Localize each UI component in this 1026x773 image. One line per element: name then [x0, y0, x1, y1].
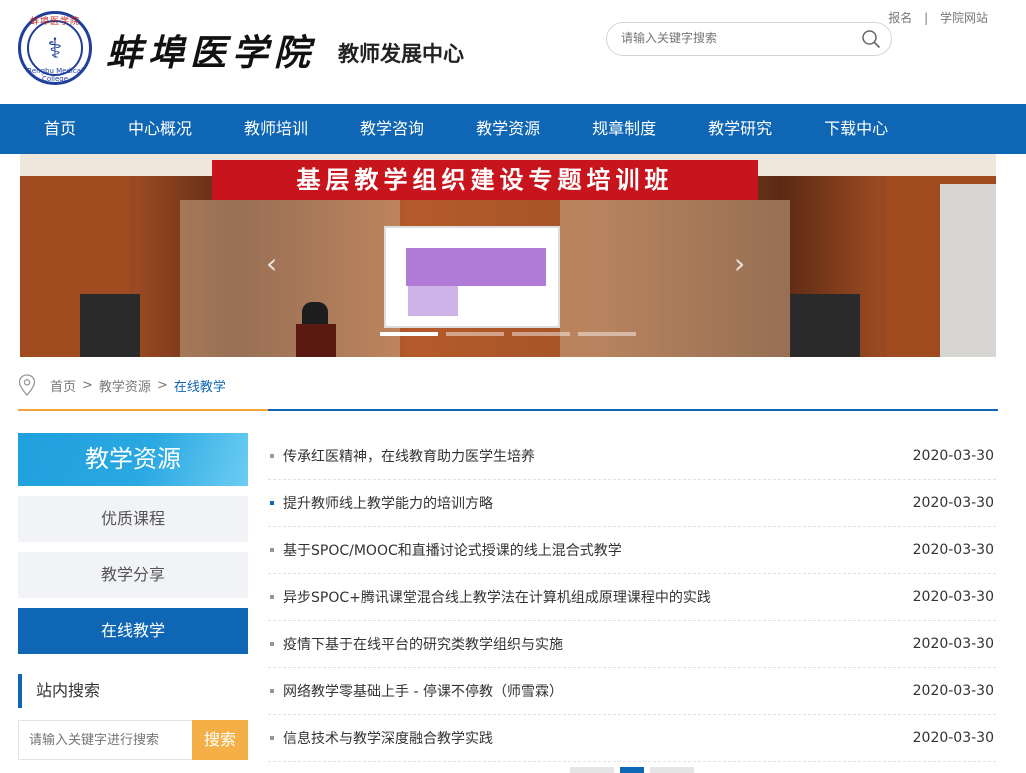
- list-item[interactable]: 疫情下基于在线平台的研究类教学组织与实施 2020-03-30: [268, 621, 996, 668]
- breadcrumb-resources[interactable]: 教学资源: [99, 376, 151, 395]
- nav-item-home[interactable]: 首页: [18, 104, 102, 154]
- main-nav: 首页 中心概况 教师培训 教学咨询 教学资源 规章制度 教学研究 下载中心: [0, 104, 1026, 154]
- sidebar-item-teaching-sharing[interactable]: 教学分享: [18, 552, 248, 598]
- list-bullet: [270, 501, 274, 505]
- banner-headline: 基层教学组织建设专题培训班: [212, 160, 758, 200]
- site-header: ⚕ 蚌埠医学院 Bengbu Medical College 蚌埠医学院 教师发…: [0, 0, 1026, 104]
- breadcrumb-home[interactable]: 首页: [50, 376, 76, 395]
- header-search: [606, 22, 892, 56]
- carousel-next-icon[interactable]: ›: [734, 250, 748, 278]
- list-bullet: [270, 736, 274, 740]
- site-search: 搜索: [18, 720, 248, 760]
- header-search-input[interactable]: [621, 31, 851, 45]
- list-item[interactable]: 传承红医精神，在线教育助力医学生培养 2020-03-30: [268, 433, 996, 480]
- banner-door-left: [80, 294, 140, 357]
- screen-slide-bar: [406, 248, 546, 286]
- news-date: 2020-03-30: [912, 542, 994, 558]
- nav-item-training[interactable]: 教师培训: [218, 104, 334, 154]
- news-date: 2020-03-30: [912, 636, 994, 652]
- logo-ring-bottom-text: Bengbu Medical College: [27, 67, 83, 83]
- site-search-title: 站内搜索: [18, 674, 100, 708]
- list-item[interactable]: 网络教学零基础上手 - 停课不停教（师雪霖） 2020-03-30: [268, 668, 996, 715]
- nav-item-overview[interactable]: 中心概况: [102, 104, 218, 154]
- banner-podium: [296, 324, 336, 357]
- carousel-dot[interactable]: [578, 332, 636, 336]
- news-date: 2020-03-30: [912, 730, 994, 746]
- sidebar-heading: 教学资源: [18, 433, 248, 486]
- top-link-college-site[interactable]: 学院网站: [940, 11, 988, 25]
- breadcrumb: 首页 > 教学资源 > 在线教学: [18, 372, 226, 398]
- list-bullet: [270, 642, 274, 646]
- breadcrumb-current: 在线教学: [173, 379, 226, 395]
- location-pin-icon: [18, 374, 36, 396]
- news-title[interactable]: 基于SPOC/MOOC和直播讨论式授课的线上混合式教学: [283, 540, 913, 560]
- nav-item-regulations[interactable]: 规章制度: [566, 104, 682, 154]
- list-bullet: [270, 689, 274, 693]
- pagination-button-current[interactable]: [620, 767, 644, 773]
- search-icon[interactable]: [861, 29, 881, 49]
- news-title[interactable]: 疫情下基于在线平台的研究类教学组织与实施: [283, 634, 913, 654]
- news-title[interactable]: 传承红医精神，在线教育助力医学生培养: [283, 446, 913, 466]
- nav-item-consulting[interactable]: 教学咨询: [334, 104, 450, 154]
- banner-curtain-left: [180, 200, 400, 357]
- news-title[interactable]: 提升教师线上教学能力的培训方略: [283, 493, 913, 513]
- banner-projection-screen: [384, 226, 560, 328]
- screen-slide-steps: [408, 286, 458, 316]
- breadcrumb-separator: >: [82, 377, 93, 393]
- news-title[interactable]: 信息技术与教学深度融合教学实践: [283, 728, 913, 748]
- pagination: [570, 767, 694, 773]
- top-link-signup[interactable]: 报名: [888, 11, 912, 25]
- sidebar-item-quality-courses[interactable]: 优质课程: [18, 496, 248, 542]
- site-search-button[interactable]: 搜索: [192, 720, 248, 760]
- college-name: 蚌埠医学院: [106, 32, 317, 74]
- breadcrumb-separator: >: [156, 377, 168, 393]
- breadcrumb-divider-accent: [18, 409, 268, 411]
- news-list: 传承红医精神，在线教育助力医学生培养 2020-03-30 提升教师线上教学能力…: [268, 433, 996, 762]
- list-bullet: [270, 454, 274, 458]
- news-date: 2020-03-30: [912, 683, 994, 699]
- nav-item-resources[interactable]: 教学资源: [450, 104, 566, 154]
- center-name: 教师发展中心: [338, 42, 464, 66]
- list-item[interactable]: 提升教师线上教学能力的培训方略 2020-03-30: [268, 480, 996, 527]
- list-bullet: [270, 595, 274, 599]
- carousel-dot[interactable]: [446, 332, 504, 336]
- news-date: 2020-03-30: [912, 448, 994, 464]
- carousel-dot[interactable]: [380, 332, 438, 336]
- site-search-input[interactable]: [18, 720, 192, 760]
- banner-door-right: [790, 294, 860, 357]
- logo-ring-top-text: 蚌埠医学院: [29, 17, 80, 27]
- banner-window: [940, 184, 996, 357]
- pagination-button[interactable]: [570, 767, 614, 773]
- news-date: 2020-03-30: [912, 495, 994, 511]
- list-bullet: [270, 548, 274, 552]
- nav-item-research[interactable]: 教学研究: [682, 104, 798, 154]
- top-links: 报名 | 学院网站: [884, 9, 992, 26]
- top-link-separator: |: [924, 11, 929, 25]
- breadcrumb-divider: [18, 409, 998, 411]
- list-item[interactable]: 信息技术与教学深度融合教学实践 2020-03-30: [268, 715, 996, 762]
- list-item[interactable]: 异步SPOC+腾讯课堂混合线上教学法在计算机组成原理课程中的实践 2020-03…: [268, 574, 996, 621]
- news-date: 2020-03-30: [912, 589, 994, 605]
- sidebar-item-online-teaching[interactable]: 在线教学: [18, 608, 248, 654]
- carousel-prev-icon[interactable]: ‹: [266, 250, 280, 278]
- carousel-indicators: [380, 332, 636, 336]
- nav-item-downloads[interactable]: 下载中心: [798, 104, 914, 154]
- carousel-dot[interactable]: [512, 332, 570, 336]
- banner-carousel[interactable]: 基层教学组织建设专题培训班 ‹ ›: [20, 154, 996, 357]
- news-title[interactable]: 异步SPOC+腾讯课堂混合线上教学法在计算机组成原理课程中的实践: [283, 587, 913, 607]
- list-item[interactable]: 基于SPOC/MOOC和直播讨论式授课的线上混合式教学 2020-03-30: [268, 527, 996, 574]
- pagination-button[interactable]: [650, 767, 694, 773]
- news-title[interactable]: 网络教学零基础上手 - 停课不停教（师雪霖）: [283, 681, 913, 701]
